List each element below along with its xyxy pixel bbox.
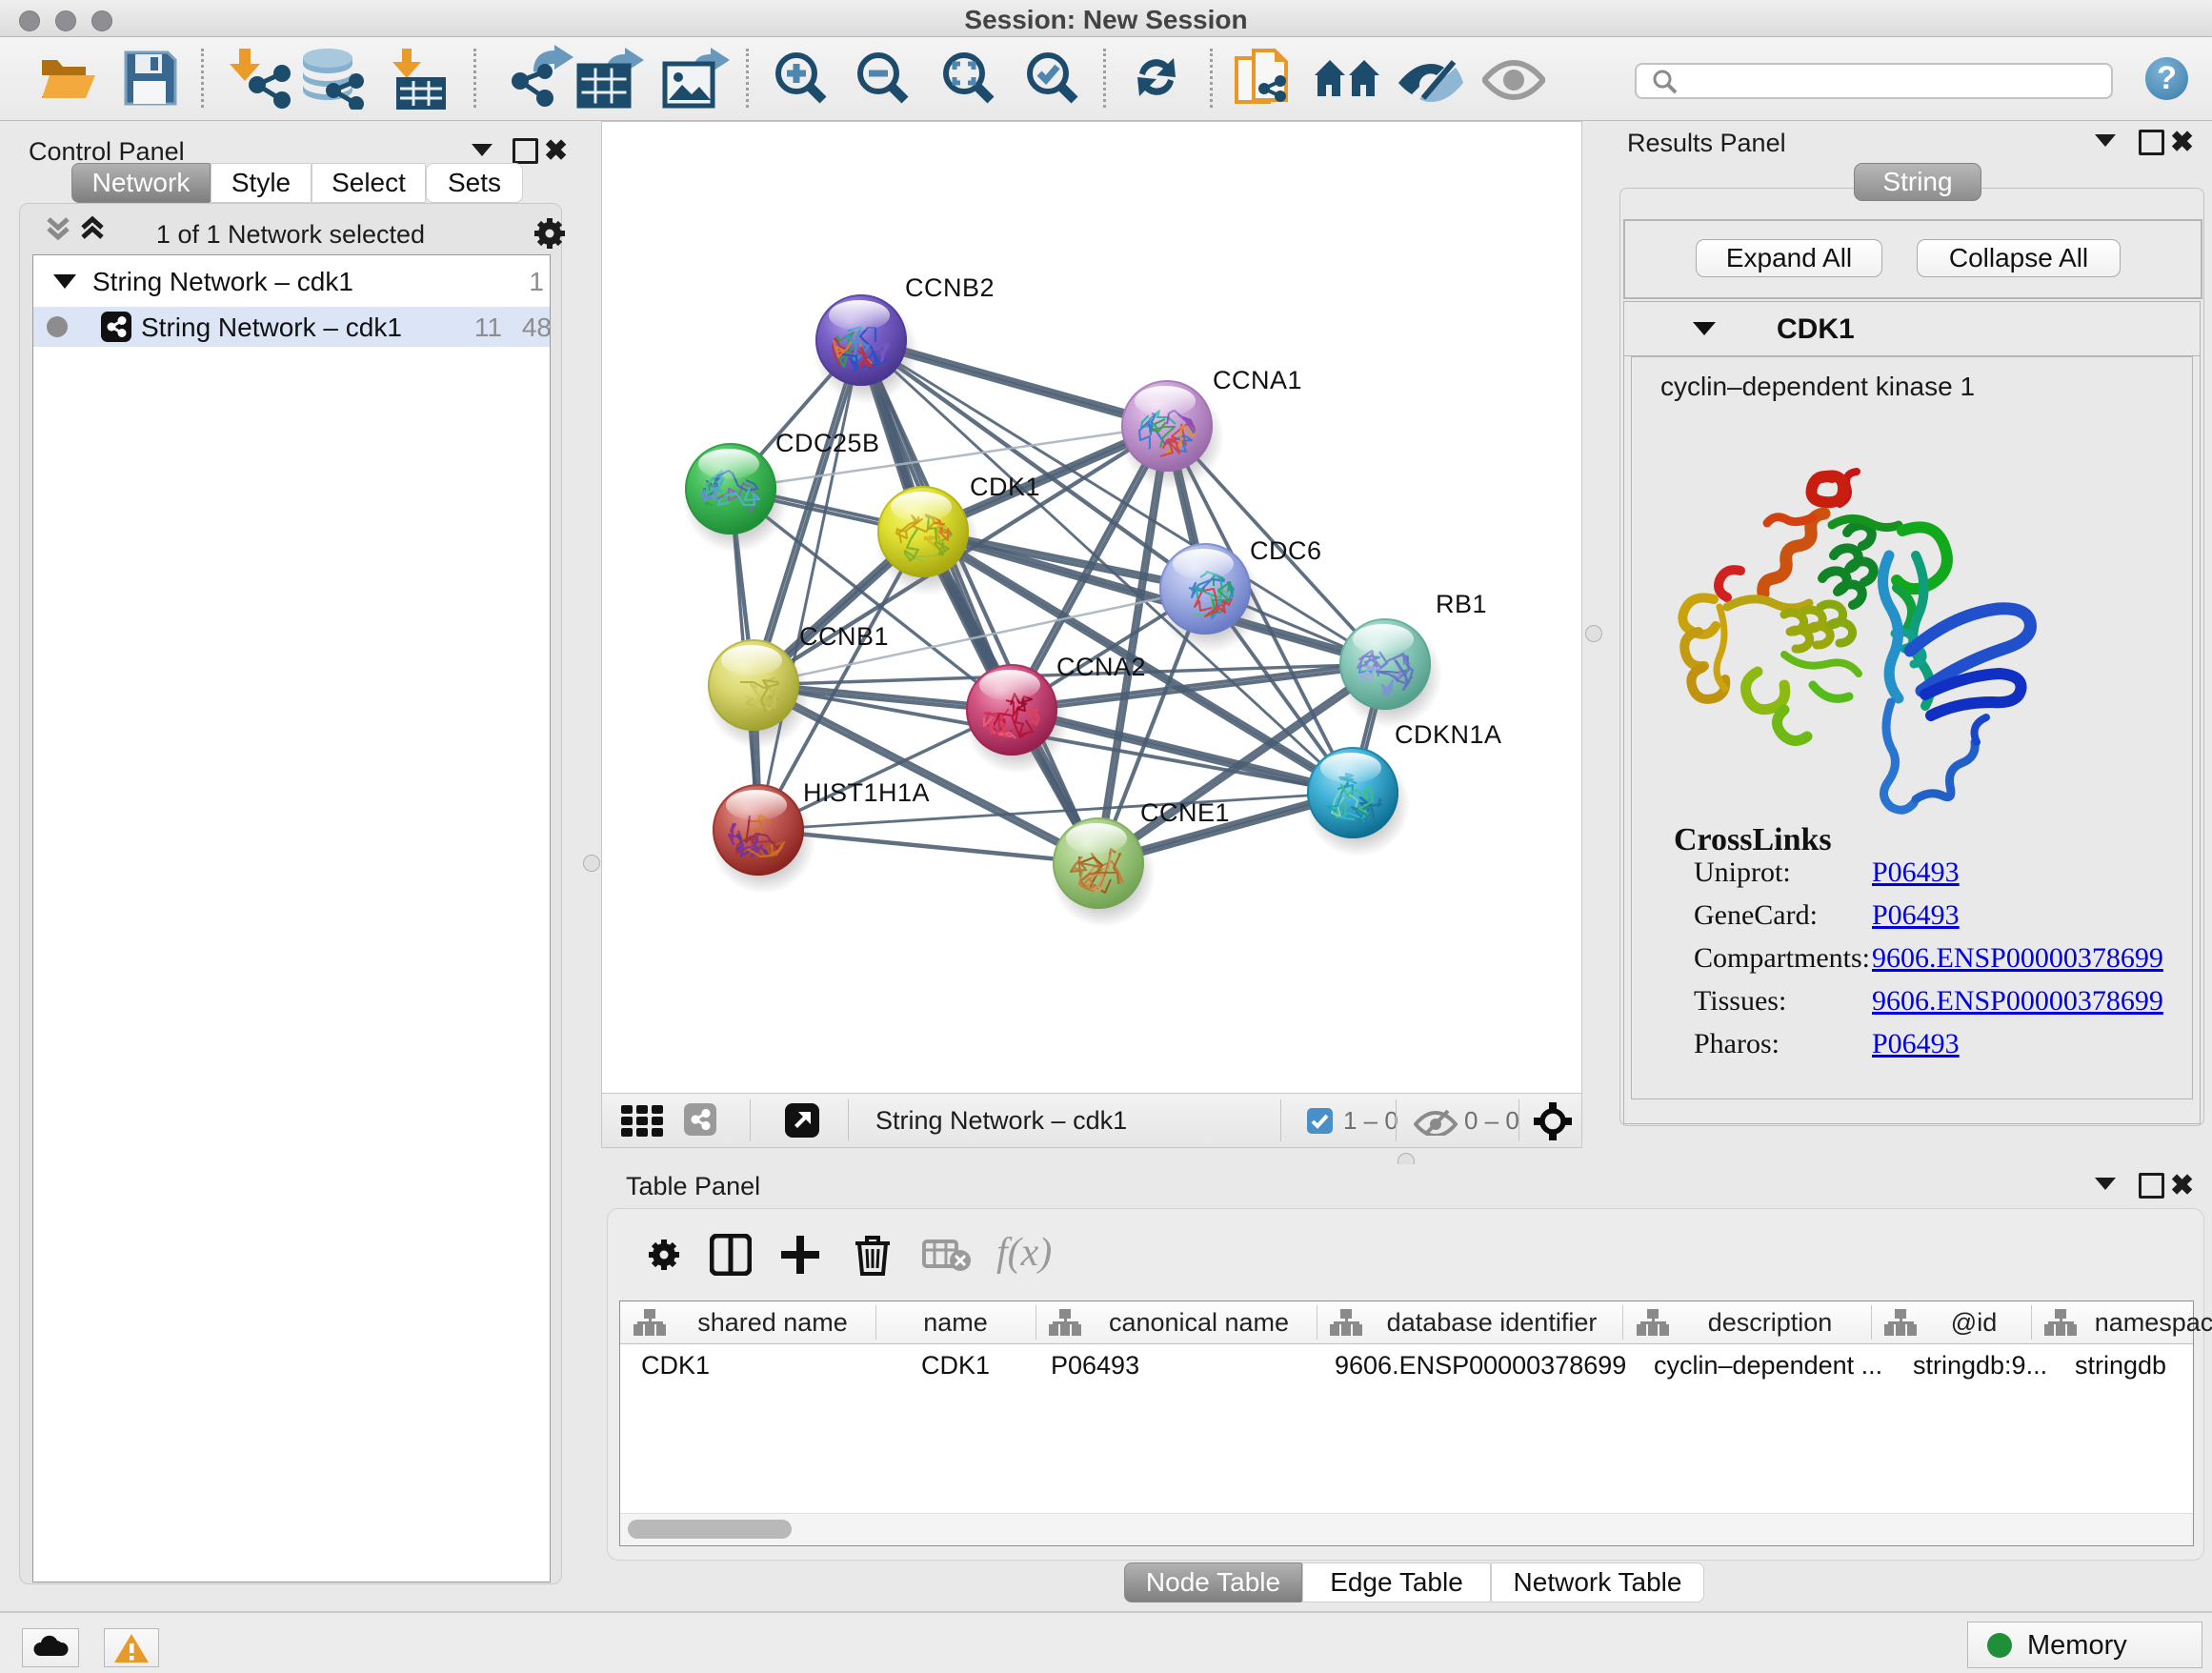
svg-text:CDC6: CDC6 <box>1250 536 1322 565</box>
svg-text:CCNB2: CCNB2 <box>905 273 995 302</box>
svg-text:CCNA2: CCNA2 <box>1056 653 1146 681</box>
svg-text:CCNE1: CCNE1 <box>1140 798 1230 827</box>
svg-text:CDK1: CDK1 <box>970 473 1040 501</box>
svg-text:CCNB1: CCNB1 <box>799 622 889 651</box>
svg-text:CDKN1A: CDKN1A <box>1395 720 1502 749</box>
svg-text:HIST1H1A: HIST1H1A <box>803 778 930 807</box>
svg-text:CCNA1: CCNA1 <box>1213 366 1302 394</box>
svg-text:RB1: RB1 <box>1436 590 1487 618</box>
svg-text:CDC25B: CDC25B <box>775 429 880 457</box>
